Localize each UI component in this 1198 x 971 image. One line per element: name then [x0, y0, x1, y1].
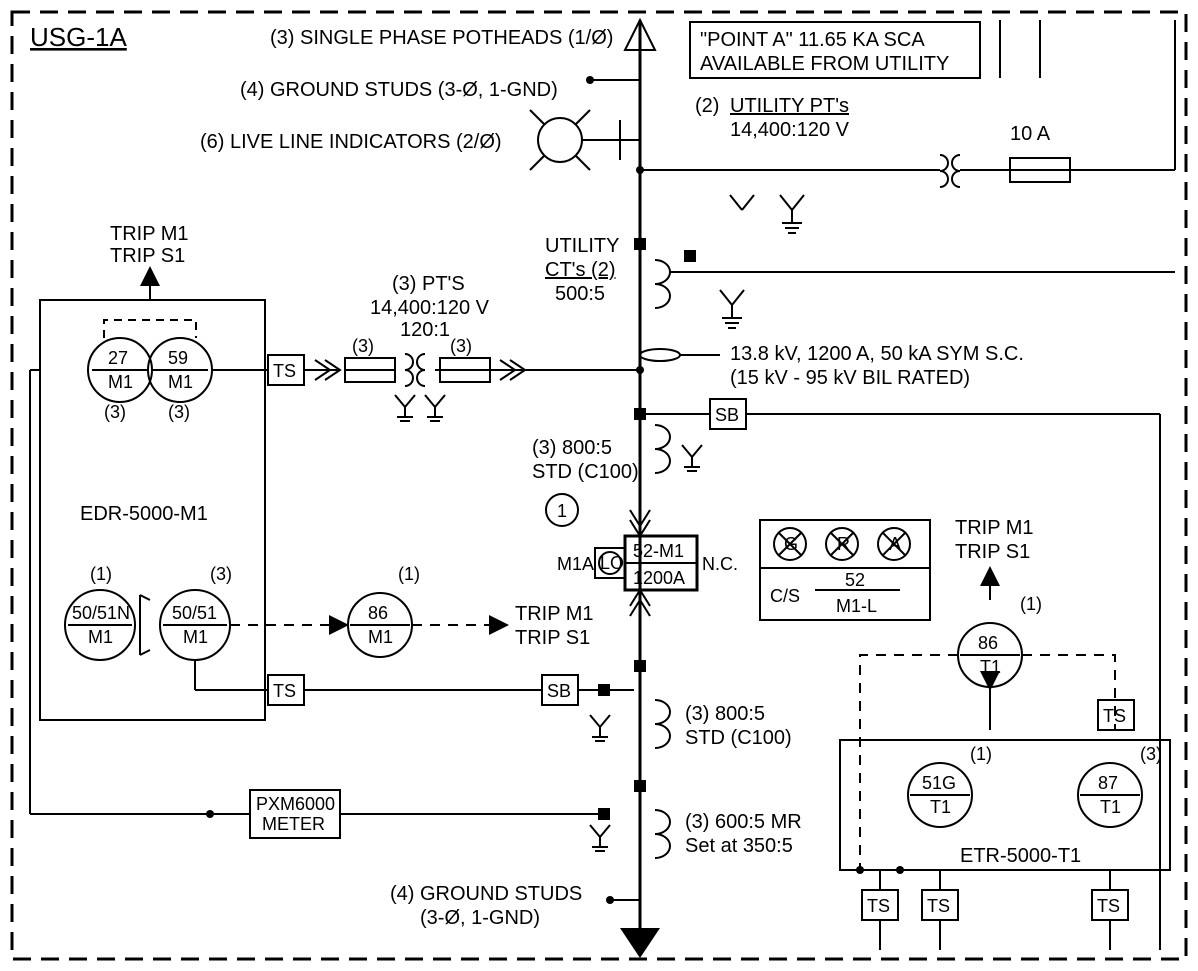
- ct2-l1: (3) 800:5: [685, 703, 765, 725]
- ts-box-1: TS: [273, 361, 296, 381]
- relay-86t1-qty: (1): [1020, 594, 1042, 614]
- utility-ct-name: UTILITY: [545, 235, 619, 257]
- breaker-nc: N.C.: [702, 554, 738, 574]
- etr-51g-qty: (1): [970, 744, 992, 764]
- bottom-gs1: (4) GROUND STUDS: [390, 883, 582, 905]
- fuse-10a: 10 A: [1010, 123, 1051, 145]
- utility-ct-ratio: 500:5: [555, 283, 605, 305]
- relay-59-m1: M1: [168, 372, 193, 392]
- lights-trip-m1: TRIP M1: [955, 517, 1034, 539]
- liveline-symbol: [530, 110, 640, 170]
- ct1-l1: (3) 800:5: [532, 437, 612, 459]
- relay-5051n: 50/51N: [72, 603, 130, 623]
- relay-86t1: 86: [978, 633, 998, 653]
- light-g: G: [784, 534, 798, 554]
- trip-m1-mid: TRIP M1: [515, 603, 594, 625]
- relay-5051-m1: M1: [183, 627, 208, 647]
- relay-5051n-qty: (1): [90, 564, 112, 584]
- sb-box-1: SB: [715, 405, 739, 425]
- pts-qty: (3) PT'S: [392, 273, 465, 295]
- potheads-label: (3) SINGLE PHASE POTHEADS (1/Ø): [270, 27, 613, 49]
- pt-wye-ground: [730, 195, 754, 210]
- light-r: R: [837, 534, 850, 554]
- ts-box-2: TS: [273, 681, 296, 701]
- ts-box-r1: TS: [1103, 706, 1126, 726]
- etr-87-qty: (3): [1140, 744, 1162, 764]
- lights-trip-s1: TRIP S1: [955, 541, 1030, 563]
- relay-27-qty: (3): [104, 402, 126, 422]
- relay-5051n-m1: M1: [88, 627, 113, 647]
- pxm-l1: PXM6000: [256, 794, 335, 814]
- ct3-l2: Set at 350:5: [685, 835, 793, 857]
- sb-box-2: SB: [547, 681, 571, 701]
- groundstuds-label: (4) GROUND STUDS (3-Ø, 1-GND): [240, 79, 558, 101]
- relay-86-qty: (1): [398, 564, 420, 584]
- trip-m1-left: TRIP M1: [110, 223, 189, 245]
- relay-59-qty: (3): [168, 402, 190, 422]
- pts-ratio: 14,400:120 V: [370, 297, 490, 319]
- breaker-lo: LO: [600, 553, 624, 573]
- utility-ct-sub: CT's (2): [545, 259, 615, 281]
- relay-87: 87: [1098, 773, 1118, 793]
- trip-s1-mid: TRIP S1: [515, 627, 590, 649]
- lights-targ: M1-L: [836, 596, 877, 616]
- relay-87-t1: T1: [1100, 797, 1121, 817]
- pts-n3-left: (3): [352, 336, 374, 356]
- edr-label: EDR-5000-M1: [80, 503, 208, 525]
- breaker-dev: 52-M1: [633, 541, 684, 561]
- utility-pt-qty: (2): [695, 95, 719, 117]
- point-a-line1: "POINT A" 11.65 KA SCA: [700, 29, 925, 51]
- utility-pt-symbol: [940, 155, 1010, 187]
- relay-51g: 51G: [922, 773, 956, 793]
- pts-n3-right: (3): [450, 336, 472, 356]
- diagram-title: USG-1A: [30, 22, 127, 52]
- relay-5051-qty: (3): [210, 564, 232, 584]
- ct2-l2: STD (C100): [685, 727, 792, 749]
- ts-box-b3: TS: [1097, 896, 1120, 916]
- lights-dev: 52: [845, 570, 865, 590]
- relay-51g-t1: T1: [930, 797, 951, 817]
- relay-27-m1: M1: [108, 372, 133, 392]
- trip-s1-left: TRIP S1: [110, 245, 185, 267]
- breaker-m1a: M1A: [557, 554, 594, 574]
- relay-27: 27: [108, 348, 128, 368]
- lights-cs: C/S: [770, 586, 800, 606]
- relay-86t1-t1: T1: [980, 657, 1001, 677]
- pxm-l2: METER: [262, 814, 325, 834]
- ct3-l1: (3) 600:5 MR: [685, 811, 802, 833]
- relay-5051: 50/51: [172, 603, 217, 623]
- utility-ct-coil: [655, 260, 670, 308]
- utility-pt-ratio: 14,400:120 V: [730, 119, 850, 141]
- point-a-line2: AVAILABLE FROM UTILITY: [700, 53, 949, 75]
- relay-86: 86: [368, 603, 388, 623]
- etr-label: ETR-5000-T1: [960, 845, 1081, 867]
- ct1-l2: STD (C100): [532, 461, 639, 483]
- bus-rating-1: 13.8 kV, 1200 A, 50 kA SYM S.C.: [730, 343, 1024, 365]
- liveline-label: (6) LIVE LINE INDICATORS (2/Ø): [200, 131, 502, 153]
- relay-86-m1: M1: [368, 627, 393, 647]
- ts-box-b2: TS: [927, 896, 950, 916]
- bottom-gs2: (3-Ø, 1-GND): [420, 907, 540, 929]
- pts-ratio2: 120:1: [400, 319, 450, 341]
- breaker-qty: 1: [557, 501, 567, 521]
- bus-rating-2: (15 kV - 95 kV BIL RATED): [730, 367, 970, 389]
- ts-box-b1: TS: [867, 896, 890, 916]
- light-a: A: [889, 534, 901, 554]
- utility-pt-name: UTILITY PT's: [730, 95, 849, 117]
- relay-59: 59: [168, 348, 188, 368]
- breaker-amps: 1200A: [633, 568, 685, 588]
